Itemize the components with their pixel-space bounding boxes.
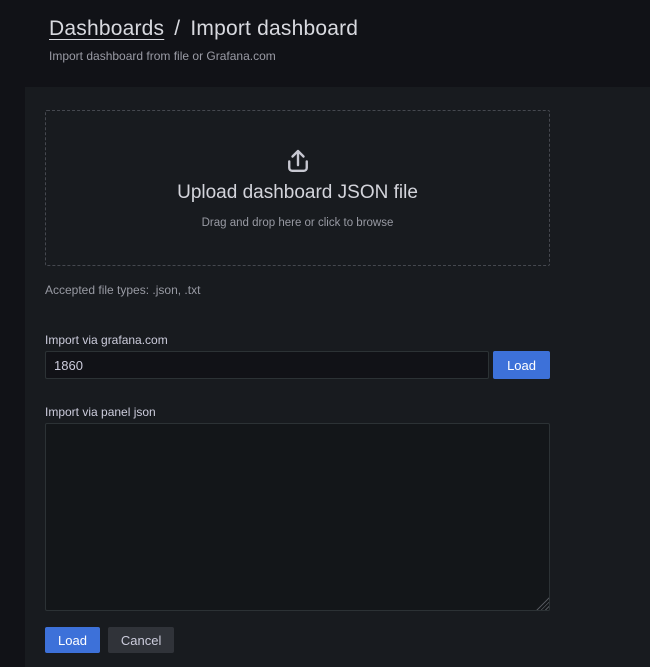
load-button[interactable]: Load [45, 627, 100, 653]
cancel-button[interactable]: Cancel [108, 627, 174, 653]
grafana-com-input[interactable] [45, 351, 489, 379]
dropzone-title: Upload dashboard JSON file [177, 182, 418, 204]
grafana-com-load-button[interactable]: Load [493, 351, 550, 379]
panel-json-label: Import via panel json [45, 405, 550, 419]
import-panel: Upload dashboard JSON file Drag and drop… [25, 87, 650, 667]
accepted-file-types: Accepted file types: .json, .txt [45, 283, 550, 297]
upload-dropzone[interactable]: Upload dashboard JSON file Drag and drop… [45, 110, 550, 266]
panel-json-section: Import via panel json [45, 405, 550, 611]
breadcrumb-current: Import dashboard [190, 17, 358, 40]
grafana-com-section: Import via grafana.com Load [45, 333, 550, 379]
breadcrumb-separator: / [174, 17, 180, 40]
page-header: Dashboards / Import dashboard Import das… [0, 0, 650, 87]
breadcrumb-dashboards-link[interactable]: Dashboards [49, 17, 164, 40]
page-subtitle: Import dashboard from file or Grafana.co… [49, 49, 650, 63]
footer-actions: Load Cancel [45, 627, 550, 653]
grafana-com-label: Import via grafana.com [45, 333, 550, 347]
dropzone-hint: Drag and drop here or click to browse [202, 217, 394, 229]
upload-icon [283, 147, 313, 177]
panel-json-textarea[interactable] [45, 423, 550, 611]
page-title: Dashboards / Import dashboard [49, 17, 650, 41]
